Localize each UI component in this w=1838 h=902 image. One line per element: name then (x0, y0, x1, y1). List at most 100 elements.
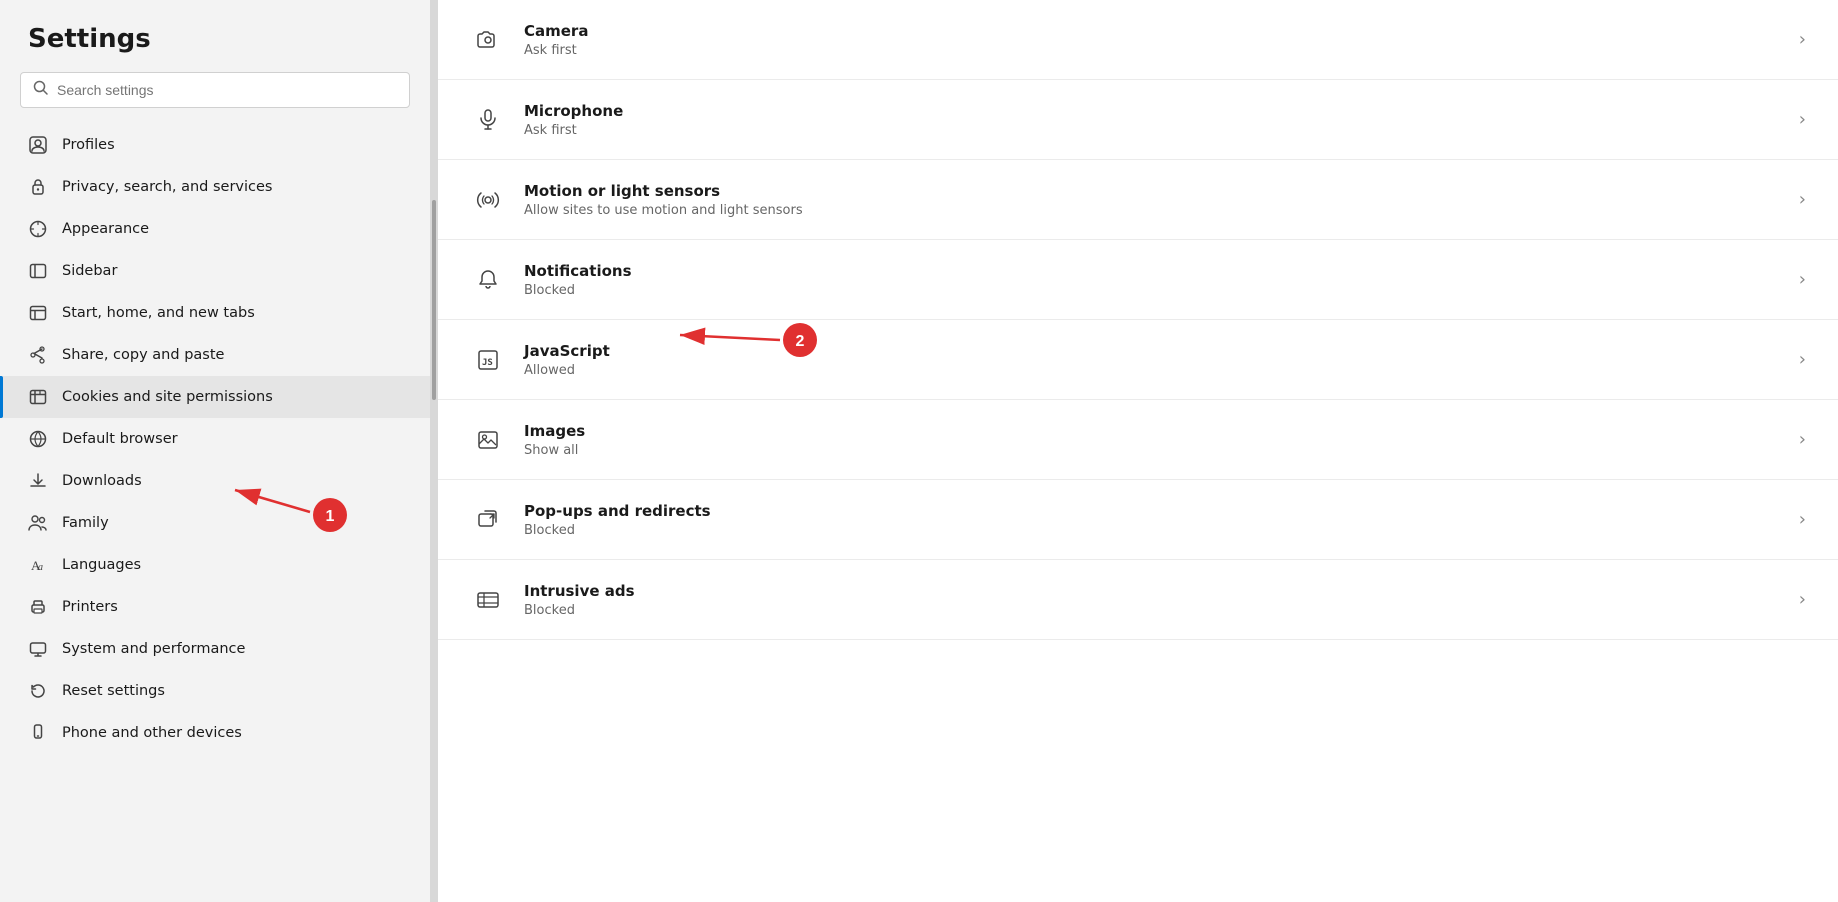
javascript-chevron: › (1799, 349, 1806, 370)
motion-title: Motion or light sensors (524, 182, 1799, 200)
images-title: Images (524, 422, 1799, 440)
notifications-subtitle: Blocked (524, 283, 1799, 298)
permission-item-microphone[interactable]: Microphone Ask first › (438, 80, 1838, 160)
javascript-icon: JS (470, 342, 506, 378)
popups-icon (470, 502, 506, 538)
ads-title: Intrusive ads (524, 582, 1799, 600)
search-input[interactable] (57, 82, 397, 98)
sidebar-item-phone-label: Phone and other devices (62, 725, 242, 741)
sidebar-scrollbar (430, 0, 438, 902)
sidebar-item-family[interactable]: Family (0, 502, 430, 544)
sidebar-item-default-browser[interactable]: Default browser (0, 418, 430, 460)
cookies-icon (28, 387, 48, 407)
sidebar-item-family-label: Family (62, 515, 109, 531)
sidebar: Settings Profiles Priva (0, 0, 430, 902)
settings-title: Settings (0, 24, 430, 72)
motion-chevron: › (1799, 189, 1806, 210)
sidebar-item-downloads-label: Downloads (62, 473, 142, 489)
sidebar-item-languages[interactable]: A a Languages (0, 544, 430, 586)
sidebar-item-share-label: Share, copy and paste (62, 347, 224, 363)
popups-chevron: › (1799, 509, 1806, 530)
images-chevron: › (1799, 429, 1806, 450)
browser-icon (28, 429, 48, 449)
sidebar-item-phone[interactable]: Phone and other devices (0, 712, 430, 754)
ads-subtitle: Blocked (524, 603, 1799, 618)
sidebar-item-reset-label: Reset settings (62, 683, 165, 699)
images-subtitle: Show all (524, 443, 1799, 458)
sidebar-item-cookies-label: Cookies and site permissions (62, 389, 273, 405)
sensors-icon (470, 182, 506, 218)
main-content: Camera Ask first › Microphone Ask first … (438, 0, 1838, 902)
ads-icon (470, 582, 506, 618)
start-home-icon (28, 303, 48, 323)
camera-subtitle: Ask first (524, 43, 1799, 58)
notifications-title: Notifications (524, 262, 1799, 280)
javascript-title: JavaScript (524, 342, 1799, 360)
sidebar-item-sidebar-label: Sidebar (62, 263, 117, 279)
sidebar-item-appearance[interactable]: Appearance (0, 208, 430, 250)
camera-text: Camera Ask first (524, 22, 1799, 58)
microphone-icon (470, 102, 506, 138)
permission-item-notifications[interactable]: Notifications Blocked › (438, 240, 1838, 320)
sidebar-item-start-home[interactable]: Start, home, and new tabs (0, 292, 430, 334)
javascript-text: JavaScript Allowed (524, 342, 1799, 378)
appearance-icon (28, 219, 48, 239)
sidebar-item-share[interactable]: Share, copy and paste (0, 334, 430, 376)
notifications-icon (470, 262, 506, 298)
microphone-text: Microphone Ask first (524, 102, 1799, 138)
notifications-chevron: › (1799, 269, 1806, 290)
sidebar-item-privacy[interactable]: Privacy, search, and services (0, 166, 430, 208)
popups-text: Pop-ups and redirects Blocked (524, 502, 1799, 538)
sidebar-item-sidebar[interactable]: Sidebar (0, 250, 430, 292)
images-icon (470, 422, 506, 458)
languages-icon: A a (28, 555, 48, 575)
permission-item-ads[interactable]: Intrusive ads Blocked › (438, 560, 1838, 640)
search-icon (33, 80, 49, 100)
svg-text:a: a (38, 562, 43, 573)
motion-subtitle: Allow sites to use motion and light sens… (524, 203, 1799, 218)
ads-text: Intrusive ads Blocked (524, 582, 1799, 618)
profile-icon (28, 135, 48, 155)
sidebar-item-system[interactable]: System and performance (0, 628, 430, 670)
camera-icon (470, 22, 506, 58)
sidebar-item-printers[interactable]: Printers (0, 586, 430, 628)
sidebar-item-system-label: System and performance (62, 641, 245, 657)
sidebar-item-reset[interactable]: Reset settings (0, 670, 430, 712)
sidebar-item-profiles-label: Profiles (62, 137, 115, 153)
popups-title: Pop-ups and redirects (524, 502, 1799, 520)
motion-text: Motion or light sensors Allow sites to u… (524, 182, 1799, 218)
sidebar-item-privacy-label: Privacy, search, and services (62, 179, 272, 195)
sidebar-item-start-home-label: Start, home, and new tabs (62, 305, 255, 321)
permission-item-camera[interactable]: Camera Ask first › (438, 0, 1838, 80)
printers-icon (28, 597, 48, 617)
camera-chevron: › (1799, 29, 1806, 50)
sidebar-item-languages-label: Languages (62, 557, 141, 573)
camera-title: Camera (524, 22, 1799, 40)
javascript-subtitle: Allowed (524, 363, 1799, 378)
popups-subtitle: Blocked (524, 523, 1799, 538)
system-icon (28, 639, 48, 659)
phone-icon (28, 723, 48, 743)
permission-item-motion[interactable]: Motion or light sensors Allow sites to u… (438, 160, 1838, 240)
share-icon (28, 345, 48, 365)
downloads-icon (28, 471, 48, 491)
microphone-title: Microphone (524, 102, 1799, 120)
sidebar-item-downloads[interactable]: Downloads (0, 460, 430, 502)
sidebar-item-default-browser-label: Default browser (62, 431, 178, 447)
sidebar-item-appearance-label: Appearance (62, 221, 149, 237)
ads-chevron: › (1799, 589, 1806, 610)
permission-item-popups[interactable]: Pop-ups and redirects Blocked › (438, 480, 1838, 560)
svg-text:JS: JS (482, 358, 493, 368)
reset-icon (28, 681, 48, 701)
permission-item-images[interactable]: Images Show all › (438, 400, 1838, 480)
search-box[interactable] (20, 72, 410, 108)
family-icon (28, 513, 48, 533)
images-text: Images Show all (524, 422, 1799, 458)
sidebar-item-printers-label: Printers (62, 599, 118, 615)
sidebar-item-cookies[interactable]: Cookies and site permissions (0, 376, 430, 418)
sidebar-item-profiles[interactable]: Profiles (0, 124, 430, 166)
sidebar-icon (28, 261, 48, 281)
microphone-subtitle: Ask first (524, 123, 1799, 138)
notifications-text: Notifications Blocked (524, 262, 1799, 298)
permission-item-javascript[interactable]: JS JavaScript Allowed › (438, 320, 1838, 400)
